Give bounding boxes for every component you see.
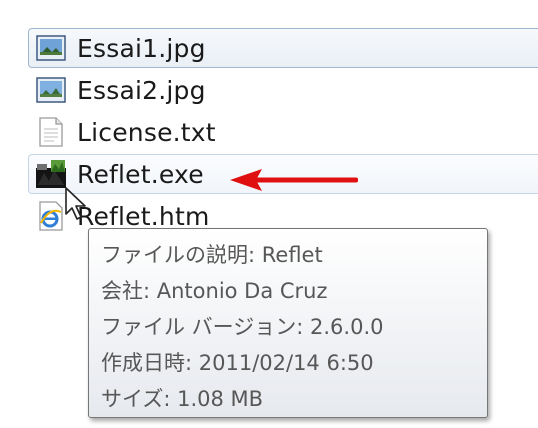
text-file-icon bbox=[35, 116, 67, 148]
file-item-essai1[interactable]: Essai1.jpg bbox=[28, 28, 538, 68]
file-item-essai2[interactable]: Essai2.jpg bbox=[28, 70, 538, 110]
file-name: License.txt bbox=[77, 117, 216, 147]
tooltip-size: サイズ: 1.08 MB bbox=[101, 387, 264, 411]
mouse-cursor-icon bbox=[65, 187, 86, 220]
file-name: Reflet.htm bbox=[77, 201, 210, 231]
ie-html-file-icon bbox=[35, 200, 67, 232]
reflet-app-icon bbox=[35, 158, 67, 190]
tooltip-description: ファイルの説明: Reflet bbox=[101, 243, 323, 267]
tooltip-company: 会社: Antonio Da Cruz bbox=[101, 279, 328, 303]
file-list: Essai1.jpg Essai2.jpg License.txt Reflet… bbox=[28, 28, 538, 238]
file-item-license[interactable]: License.txt bbox=[28, 112, 538, 152]
file-name: Reflet.exe bbox=[77, 159, 204, 189]
tooltip-version: ファイル バージョン: 2.6.0.0 bbox=[101, 315, 384, 339]
file-info-tooltip: ファイルの説明: Reflet 会社: Antonio Da Cruz ファイル… bbox=[88, 228, 488, 418]
explorer-view: Essai1.jpg Essai2.jpg License.txt Reflet… bbox=[0, 0, 538, 428]
image-file-icon bbox=[35, 32, 67, 64]
image-file-icon bbox=[35, 74, 67, 106]
file-name: Essai2.jpg bbox=[77, 75, 206, 105]
red-arrow-annotation bbox=[230, 169, 358, 191]
tooltip-created: 作成日時: 2011/02/14 6:50 bbox=[101, 351, 374, 375]
file-name: Essai1.jpg bbox=[77, 33, 206, 63]
